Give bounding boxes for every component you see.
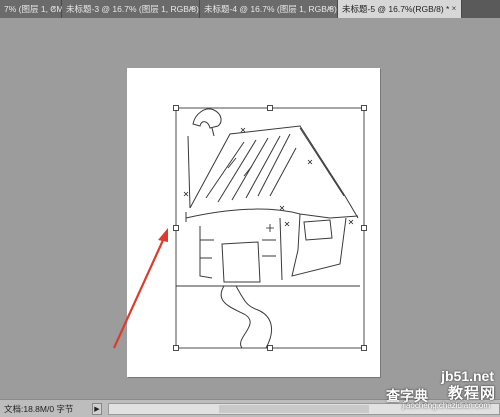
tab-label: 未标题-4 @ 16.7% (图层 1, RGB/8) *	[204, 4, 343, 14]
annotation-arrow	[112, 228, 168, 349]
tab-label: 未标题-5 @ 16.7%(RGB/8) *	[342, 4, 450, 14]
anchor-markers	[183, 127, 354, 232]
canvas-workspace[interactable]	[0, 18, 500, 399]
watermark-domain: jiaocheng.chazidian.com	[402, 401, 490, 410]
document-tab[interactable]: 7% (图层 1, CMYK/16) * ×	[0, 0, 95, 18]
status-menu-arrow-icon[interactable]: ▶	[92, 402, 102, 415]
sketch-overlay	[112, 105, 367, 351]
tab-label: 未标题-3 @ 16.7% (图层 1, RGB/8) *	[66, 4, 205, 14]
close-icon[interactable]: ×	[326, 5, 334, 13]
watermark-cn: 教程网	[447, 384, 496, 402]
close-icon[interactable]: ×	[50, 5, 58, 13]
close-icon[interactable]: ×	[450, 5, 458, 13]
document-tab[interactable]: 未标题-4 @ 16.7% (图层 1, RGB/8) * ×	[200, 0, 343, 18]
house-sketch	[176, 108, 360, 349]
close-icon[interactable]: ×	[188, 5, 196, 13]
document-size-info[interactable]: 文档:18.8M/0 字节	[0, 403, 92, 415]
document-tab-bar: 7% (图层 1, CMYK/16) * × 未标题-3 @ 16.7% (图层…	[0, 0, 500, 18]
watermark: jb51.net 查字典 教程网 jiaocheng.chazidian.com	[346, 368, 496, 414]
document-tab[interactable]: 未标题-3 @ 16.7% (图层 1, RGB/8) * ×	[62, 0, 205, 18]
document-tab-active[interactable]: 未标题-5 @ 16.7%(RGB/8) * ×	[338, 0, 462, 18]
